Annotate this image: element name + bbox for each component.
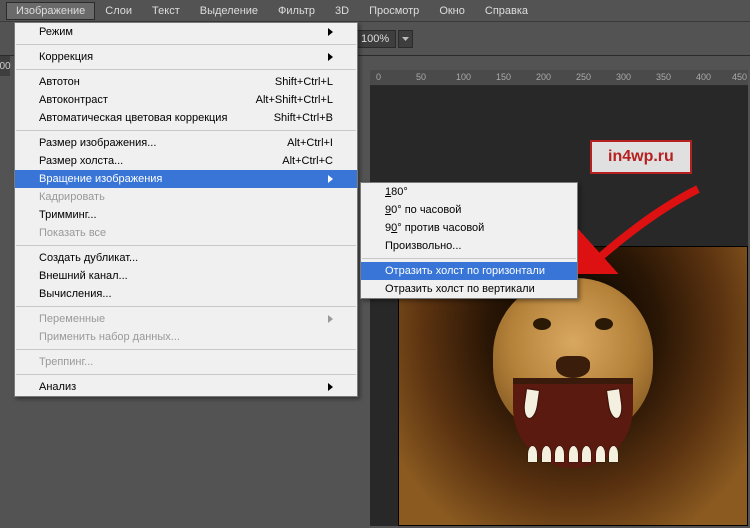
menu-item-label: 180° <box>385 186 408 198</box>
menu-item-apply-dataset: Применить набор данных... <box>15 328 357 346</box>
menu-top-layers[interactable]: Слои <box>95 2 142 20</box>
menu-item-label: Режим <box>39 26 73 38</box>
ruler-mark: 300 <box>616 72 631 82</box>
ruler-mark: 50 <box>416 72 426 82</box>
menu-item-image-size[interactable]: Размер изображения... Alt+Ctrl+I <box>15 134 357 152</box>
ruler-mark: 150 <box>496 72 511 82</box>
menu-item-label: Автоматическая цветовая коррекция <box>39 112 227 124</box>
menu-item-label: Применить набор данных... <box>39 331 180 343</box>
menu-item-canvas-size[interactable]: Размер холста... Alt+Ctrl+C <box>15 152 357 170</box>
left-panel-fragment: 00 <box>0 56 10 76</box>
submenu-arrow-icon <box>328 28 333 36</box>
menu-top-filter[interactable]: Фильтр <box>268 2 325 20</box>
menu-item-autotone[interactable]: Автотон Shift+Ctrl+L <box>15 73 357 91</box>
menu-item-label: Вычисления... <box>39 288 112 300</box>
submenu-arrow-icon <box>328 315 333 323</box>
zoom-selector[interactable]: 100% <box>354 30 413 48</box>
submenu-arrow-icon <box>328 53 333 61</box>
menu-item-variables: Переменные <box>15 310 357 328</box>
image-menu-dropdown: Режим Коррекция Автотон Shift+Ctrl+L Авт… <box>14 22 358 397</box>
menu-item-label: Анализ <box>39 381 76 393</box>
menu-item-trap: Треппинг... <box>15 353 357 371</box>
submenu-arrow-icon <box>328 383 333 391</box>
menu-item-autocontrast[interactable]: Автоконтраст Alt+Shift+Ctrl+L <box>15 91 357 109</box>
shortcut-label: Alt+Ctrl+C <box>282 155 333 167</box>
rotation-submenu: 180° 90° по часовой 90° против часовой П… <box>360 182 578 299</box>
shortcut-label: Shift+Ctrl+B <box>274 112 333 124</box>
submenu-item-arbitrary[interactable]: Произвольно... <box>361 237 577 255</box>
zoom-value: 100% <box>354 30 396 48</box>
chevron-down-icon[interactable] <box>398 30 413 48</box>
menu-item-image-rotation[interactable]: Вращение изображения <box>15 170 357 188</box>
menu-item-analysis[interactable]: Анализ <box>15 378 357 396</box>
menu-item-trim[interactable]: Тримминг... <box>15 206 357 224</box>
menu-item-label: Внешний канал... <box>39 270 128 282</box>
ruler-mark: 0 <box>376 72 381 82</box>
menu-item-label: Отразить холст по горизонтали <box>385 265 545 277</box>
separator <box>16 306 356 307</box>
submenu-arrow-icon <box>328 175 333 183</box>
menu-item-duplicate[interactable]: Создать дубликат... <box>15 249 357 267</box>
menu-item-calculations[interactable]: Вычисления... <box>15 285 357 303</box>
menu-item-apply-image[interactable]: Внешний канал... <box>15 267 357 285</box>
menu-item-label: Кадрировать <box>39 191 105 203</box>
menu-item-crop: Кадрировать <box>15 188 357 206</box>
menu-item-label: Переменные <box>39 313 105 325</box>
menu-top-help[interactable]: Справка <box>475 2 538 20</box>
submenu-item-flip-vertical[interactable]: Отразить холст по вертикали <box>361 280 577 298</box>
menu-item-label: Автотон <box>39 76 80 88</box>
menu-item-label: Произвольно... <box>385 240 461 252</box>
menu-item-label: Размер холста... <box>39 155 123 167</box>
separator <box>16 44 356 45</box>
menu-item-label: 90° по часовой <box>385 204 461 216</box>
menubar: Изображение Слои Текст Выделение Фильтр … <box>0 0 750 22</box>
menu-item-label: Размер изображения... <box>39 137 156 149</box>
shortcut-label: Shift+Ctrl+L <box>275 76 333 88</box>
separator <box>16 130 356 131</box>
separator <box>16 69 356 70</box>
ruler-mark: 100 <box>456 72 471 82</box>
submenu-item-90ccw[interactable]: 90° против часовой <box>361 219 577 237</box>
menu-item-autocolor[interactable]: Автоматическая цветовая коррекция Shift+… <box>15 109 357 127</box>
menu-item-label: Вращение изображения <box>39 173 162 185</box>
ruler-mark: 250 <box>576 72 591 82</box>
shortcut-label: Alt+Shift+Ctrl+L <box>256 94 333 106</box>
menu-top-view[interactable]: Просмотр <box>359 2 429 20</box>
separator <box>16 374 356 375</box>
menu-item-label: Создать дубликат... <box>39 252 138 264</box>
menu-item-label: Коррекция <box>39 51 93 63</box>
menu-top-text[interactable]: Текст <box>142 2 190 20</box>
menu-top-selection[interactable]: Выделение <box>190 2 268 20</box>
menu-top-window[interactable]: Окно <box>429 2 475 20</box>
ruler-mark: 400 <box>696 72 711 82</box>
watermark-badge: in4wp.ru <box>590 140 692 174</box>
menu-item-label: Автоконтраст <box>39 94 108 106</box>
menu-item-reveal-all: Показать все <box>15 224 357 242</box>
ruler-mark: 200 <box>536 72 551 82</box>
submenu-item-flip-horizontal[interactable]: Отразить холст по горизонтали <box>361 262 577 280</box>
menu-top-3d[interactable]: 3D <box>325 2 359 20</box>
menu-item-label: Треппинг... <box>39 356 93 368</box>
horizontal-ruler: 0 50 100 150 200 250 300 350 400 450 <box>370 70 748 86</box>
separator <box>362 258 576 259</box>
menu-item-label: Отразить холст по вертикали <box>385 283 535 295</box>
ruler-mark: 450 <box>732 72 747 82</box>
shortcut-label: Alt+Ctrl+I <box>287 137 333 149</box>
lion-illustration <box>493 278 653 438</box>
menu-item-label: Тримминг... <box>39 209 97 221</box>
separator <box>16 245 356 246</box>
menu-item-label: 90° против часовой <box>385 222 484 234</box>
submenu-item-90cw[interactable]: 90° по часовой <box>361 201 577 219</box>
ruler-mark: 350 <box>656 72 671 82</box>
submenu-item-180[interactable]: 180° <box>361 183 577 201</box>
menu-item-adjustments[interactable]: Коррекция <box>15 48 357 66</box>
menu-top-image[interactable]: Изображение <box>6 2 95 20</box>
separator <box>16 349 356 350</box>
menu-item-mode[interactable]: Режим <box>15 23 357 41</box>
menu-item-label: Показать все <box>39 227 106 239</box>
